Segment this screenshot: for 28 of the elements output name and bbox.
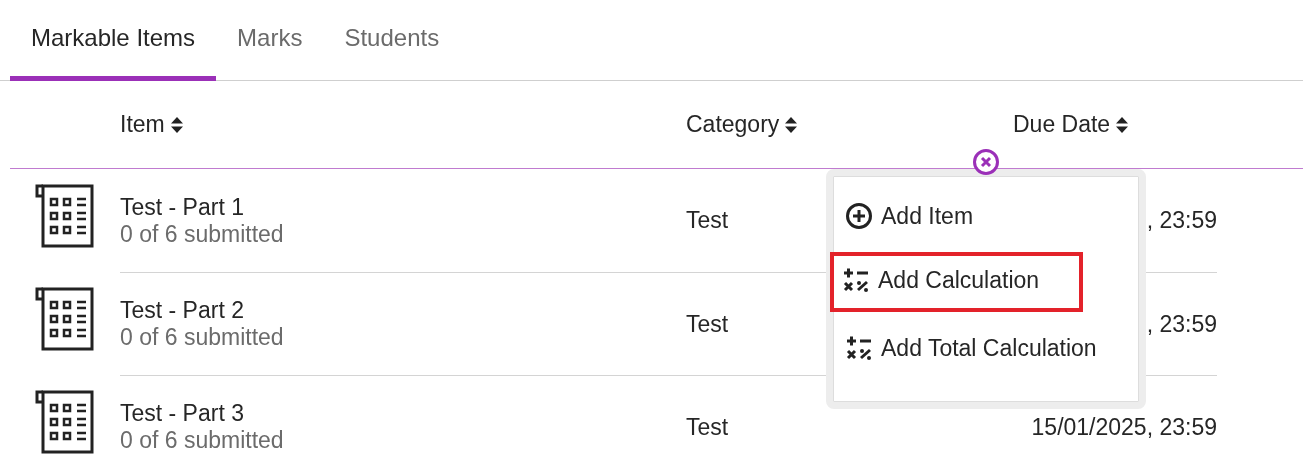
- item-link[interactable]: Test - Part 2: [120, 297, 686, 324]
- category-text: Test: [686, 310, 729, 338]
- close-icon[interactable]: [972, 148, 1000, 176]
- menu-item[interactable]: Add Item: [833, 188, 986, 244]
- category-text: Test: [686, 207, 729, 234]
- column-header[interactable]: Category: [686, 111, 1013, 138]
- sort-icon: [170, 116, 183, 133]
- menu-item[interactable]: Add Calculation: [830, 252, 1084, 312]
- due-date-text: 15/01/2025, 23:59: [1031, 413, 1217, 441]
- sort-icon: [1116, 116, 1129, 133]
- tab[interactable]: Students: [323, 0, 461, 81]
- menu-item[interactable]: Add Total Calculation: [833, 320, 1109, 376]
- due-date-text: , 23:59: [1146, 310, 1217, 338]
- submission-count: 0 of 6 submitted: [120, 324, 285, 351]
- add-icon: [845, 202, 873, 230]
- tab[interactable]: Markable Items: [10, 0, 217, 81]
- submission-count: 0 of 6 submitted: [120, 427, 285, 454]
- item-link[interactable]: Test - Part 1: [120, 193, 686, 221]
- submission-count: 0 of 6 submitted: [120, 220, 285, 248]
- tab[interactable]: Marks: [216, 0, 324, 81]
- due-date-text: , 23:59: [1146, 207, 1217, 234]
- item-link[interactable]: Test - Part 3: [120, 400, 686, 427]
- category-text: Test: [686, 413, 729, 441]
- sort-icon: [785, 116, 798, 133]
- column-header[interactable]: Due Date: [1013, 111, 1129, 138]
- calculation-icon: [842, 266, 870, 294]
- column-header[interactable]: Item: [120, 111, 686, 138]
- calculation-icon: [845, 334, 873, 362]
